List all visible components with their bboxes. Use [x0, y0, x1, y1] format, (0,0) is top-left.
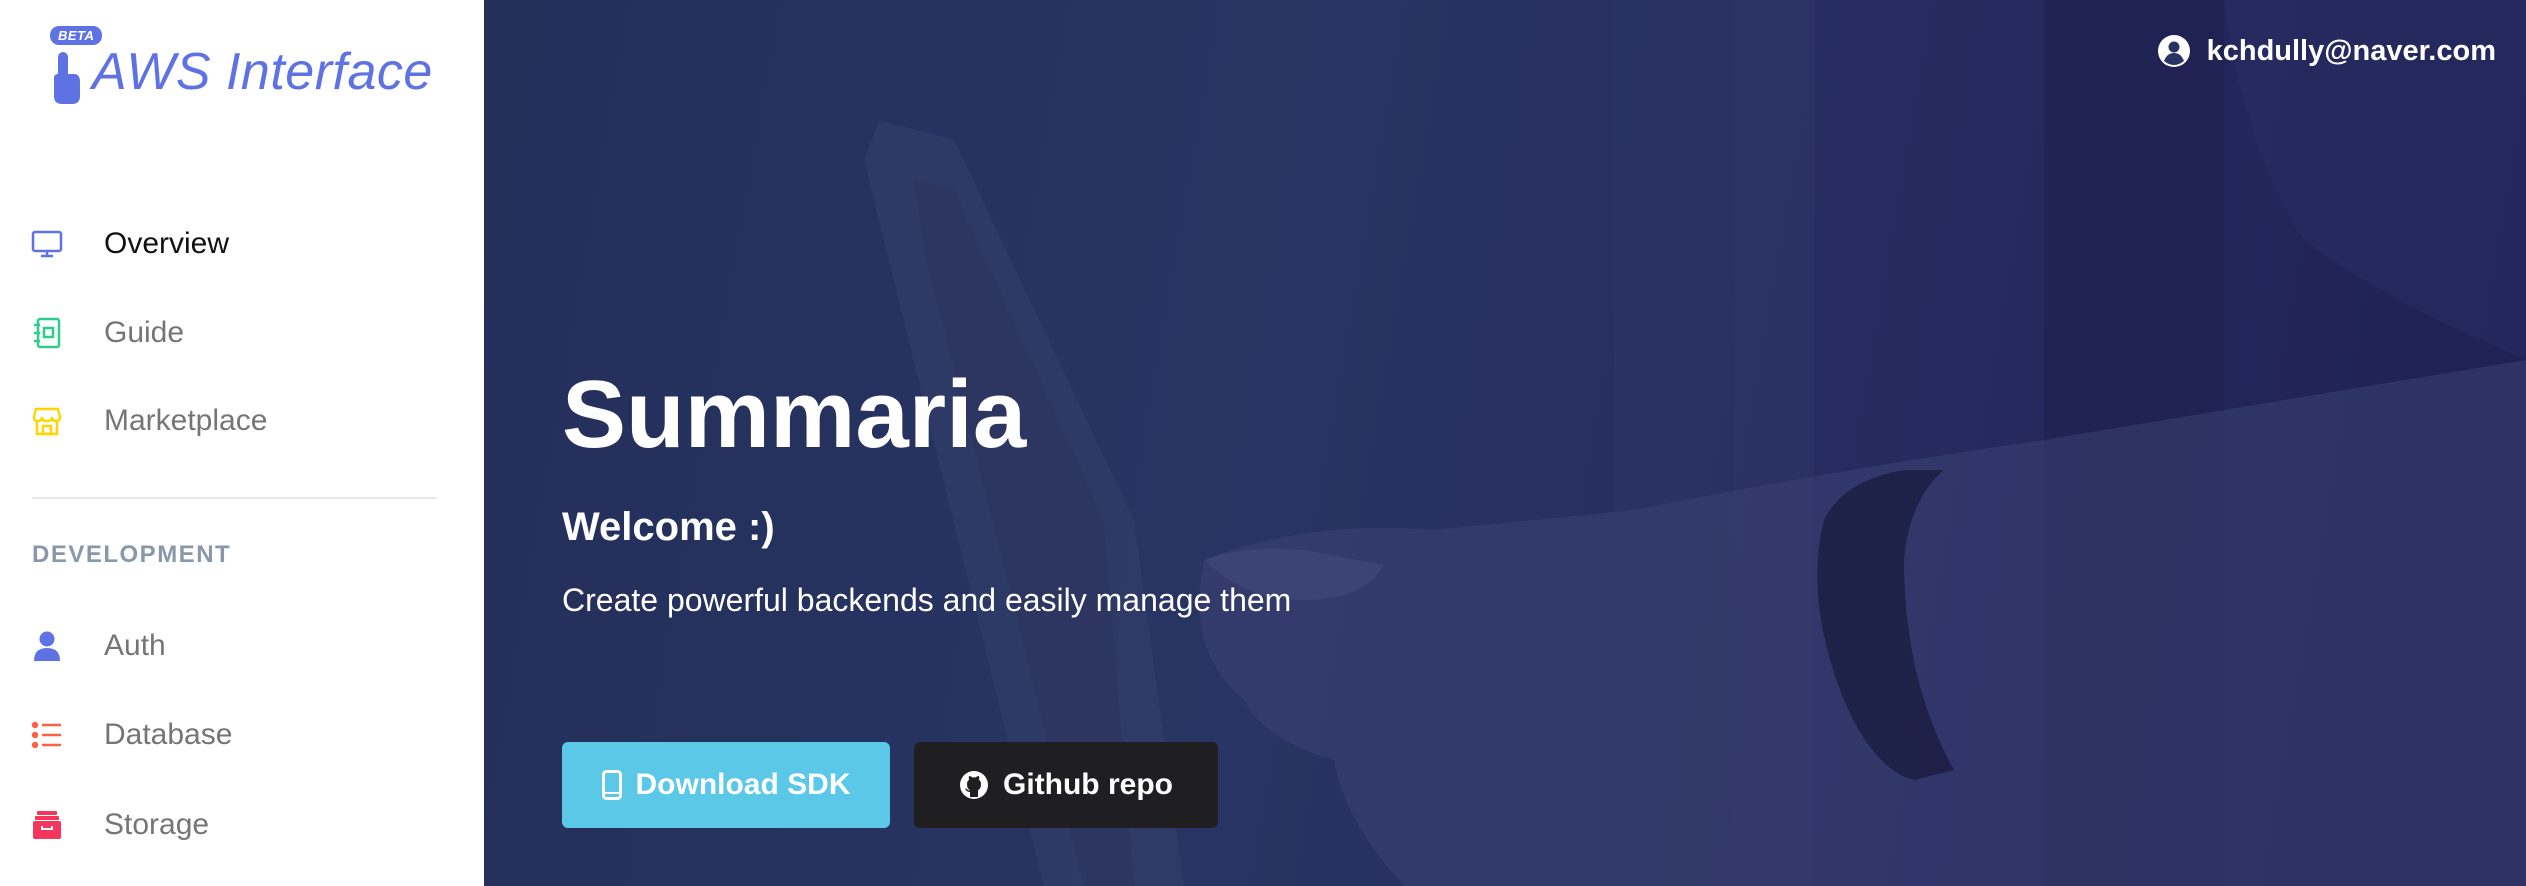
pointer-hand-icon [54, 52, 80, 104]
sidebar-item-label: Storage [104, 808, 210, 841]
sidebar-item-auth[interactable]: Auth [0, 616, 484, 676]
github-repo-label: Github repo [1003, 768, 1173, 801]
mobile-phone-icon [601, 770, 622, 800]
archive-icon [30, 808, 64, 842]
sidebar: BETA AWS Interface Overview Guide Market… [0, 0, 484, 886]
notebook-icon [30, 316, 64, 350]
user-email: kchdully@naver.com [2206, 34, 2496, 67]
hero-description: Create powerful backends and easily mana… [562, 582, 1292, 618]
brand-name: AWS Interface [92, 43, 433, 101]
sidebar-item-storage[interactable]: Storage [0, 795, 484, 855]
sidebar-item-label: Auth [104, 629, 166, 662]
brand-logo[interactable]: BETA AWS Interface [44, 24, 444, 104]
download-sdk-label: Download SDK [635, 768, 851, 801]
user-icon [30, 629, 64, 663]
github-repo-button[interactable]: Github repo [914, 742, 1218, 828]
download-sdk-button[interactable]: Download SDK [562, 742, 890, 828]
hero-banner: kchdully@naver.com Summaria Welcome :) C… [484, 0, 2526, 886]
welcome-subtitle: Welcome :) [562, 505, 775, 549]
section-heading-development: DEVELOPMENT [32, 541, 232, 568]
sidebar-divider [32, 497, 436, 499]
user-account[interactable]: kchdully@naver.com [2157, 34, 2496, 68]
sidebar-item-database[interactable]: Database [0, 705, 484, 765]
sidebar-item-guide[interactable]: Guide [0, 303, 484, 363]
github-icon [960, 771, 988, 799]
sidebar-item-marketplace[interactable]: Marketplace [0, 391, 484, 451]
sidebar-item-label: Marketplace [104, 404, 268, 437]
sidebar-item-label: Overview [104, 227, 230, 260]
shop-icon [30, 404, 64, 438]
sidebar-item-label: Guide [104, 316, 185, 349]
sidebar-item-label: Database [104, 718, 233, 751]
monitor-icon [30, 227, 64, 261]
sidebar-item-overview[interactable]: Overview [0, 214, 484, 274]
user-circle-icon [2157, 35, 2190, 67]
list-icon [30, 718, 64, 752]
page-title: Summaria [562, 361, 1027, 468]
